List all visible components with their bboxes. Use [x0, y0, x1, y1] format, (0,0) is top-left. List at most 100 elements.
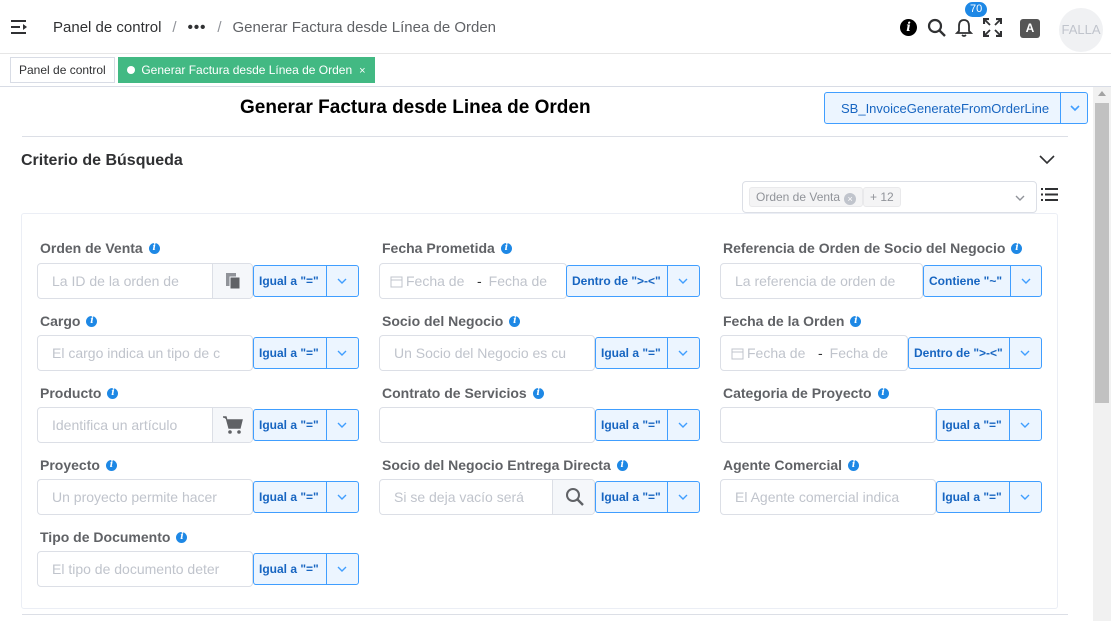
fecha-orden-range[interactable]: Fecha de - Fecha de — [720, 335, 908, 371]
avatar[interactable]: FALLA — [1059, 8, 1103, 52]
info-icon[interactable]: i — [900, 19, 917, 36]
divider — [667, 266, 668, 296]
filter-fields-select[interactable]: Orden de Venta × + 12 — [742, 181, 1037, 213]
chevron-down-icon[interactable] — [1019, 274, 1033, 288]
contrato-field[interactable] — [380, 408, 594, 442]
operator-select[interactable]: Igual a "=" — [253, 481, 359, 513]
chevron-down-icon[interactable] — [1068, 101, 1082, 115]
chevron-down-icon[interactable] — [1013, 191, 1027, 205]
help-icon[interactable]: i — [532, 388, 544, 399]
cart-icon[interactable] — [212, 408, 252, 442]
operator-value: Igual a "=" — [259, 346, 319, 360]
help-icon[interactable]: i — [1011, 243, 1023, 254]
field-label-text: Fecha Prometida — [382, 240, 495, 256]
tipo-documento-input[interactable] — [37, 551, 253, 587]
chevron-down-icon[interactable] — [335, 490, 349, 504]
filter-tag-label: Orden de Venta — [756, 190, 841, 204]
producto-input[interactable] — [37, 407, 253, 443]
socio-input[interactable] — [379, 335, 595, 371]
chevron-down-icon[interactable] — [676, 274, 690, 288]
chevron-down-icon[interactable] — [1018, 346, 1032, 360]
filter-tag[interactable]: Orden de Venta × — [749, 187, 864, 207]
tipo-documento-field[interactable] — [38, 552, 252, 586]
operator-value: Dentro de ">-<" — [572, 274, 661, 288]
help-icon[interactable]: i — [500, 243, 512, 254]
socio-entrega-field[interactable] — [380, 480, 552, 514]
operator-value: Dentro de ">-<" — [914, 346, 1003, 360]
tab-generar-factura[interactable]: Generar Factura desde Línea de Orden × — [118, 57, 375, 83]
chevron-down-icon[interactable] — [335, 418, 349, 432]
scrollbar-thumb[interactable] — [1095, 103, 1109, 403]
close-icon[interactable]: × — [844, 193, 857, 205]
help-icon[interactable]: i — [616, 460, 628, 471]
chevron-down-icon[interactable] — [335, 346, 349, 360]
operator-select[interactable]: Igual a "=" — [595, 409, 700, 441]
operator-select[interactable]: Dentro de ">-<" — [908, 337, 1042, 369]
chevron-down-icon[interactable] — [335, 274, 349, 288]
cargo-input[interactable] — [37, 335, 253, 371]
operator-select[interactable]: Igual a "=" — [936, 481, 1042, 513]
fecha-prometida-range[interactable]: Fecha de - Fecha de — [379, 263, 567, 299]
chevron-down-icon[interactable] — [676, 490, 690, 504]
operator-select[interactable]: Contiene "~" — [923, 265, 1042, 297]
divider — [667, 410, 668, 440]
help-icon[interactable]: i — [107, 388, 119, 399]
help-icon[interactable]: i — [148, 243, 160, 254]
bell-icon[interactable] — [955, 18, 973, 38]
date-from[interactable]: Fecha de — [406, 273, 470, 289]
help-icon[interactable]: i — [850, 316, 862, 327]
socio-field[interactable] — [380, 336, 594, 370]
tab-panel-de-control[interactable]: Panel de control — [10, 57, 115, 83]
categoria-field[interactable] — [721, 408, 935, 442]
help-icon[interactable]: i — [848, 460, 860, 471]
help-icon[interactable]: i — [86, 316, 98, 327]
categoria-input[interactable] — [720, 407, 936, 443]
copy-icon[interactable] — [212, 264, 252, 298]
help-icon[interactable]: i — [176, 532, 188, 543]
chevron-down-icon[interactable] — [335, 562, 349, 576]
list-icon[interactable] — [1041, 186, 1058, 203]
orden-de-venta-input[interactable] — [37, 263, 253, 299]
operator-select[interactable]: Igual a "=" — [936, 409, 1042, 441]
operator-select[interactable]: Igual a "=" — [253, 553, 359, 585]
hamburger-icon[interactable] — [10, 18, 30, 36]
chevron-down-icon[interactable] — [1018, 490, 1032, 504]
breadcrumb-root[interactable]: Panel de control — [53, 19, 161, 36]
scrollbar[interactable] — [1093, 87, 1111, 621]
contrato-input[interactable] — [379, 407, 595, 443]
referencia-input[interactable] — [720, 263, 923, 299]
scroll-up-arrow-icon[interactable] — [1098, 91, 1106, 96]
section-title[interactable]: Criterio de Búsqueda — [21, 152, 183, 170]
date-to[interactable]: Fecha de — [830, 345, 894, 361]
chevron-down-icon[interactable] — [676, 346, 690, 360]
operator-select[interactable]: Igual a "=" — [595, 481, 700, 513]
search-icon[interactable] — [552, 480, 594, 514]
date-from[interactable]: Fecha de — [747, 345, 811, 361]
operator-select[interactable]: Dentro de ">-<" — [566, 265, 700, 297]
help-icon[interactable]: i — [877, 388, 889, 399]
help-icon[interactable]: i — [509, 316, 521, 327]
chevron-down-icon[interactable] — [676, 418, 690, 432]
proyecto-input[interactable] — [37, 479, 253, 515]
chevron-down-icon[interactable] — [1037, 153, 1057, 167]
operator-select[interactable]: Igual a "=" — [253, 409, 359, 441]
close-icon[interactable]: × — [359, 65, 365, 77]
referencia-field[interactable] — [721, 264, 922, 298]
search-icon[interactable] — [927, 18, 947, 38]
agente-input[interactable] — [720, 479, 936, 515]
chevron-down-icon[interactable] — [1018, 418, 1032, 432]
language-icon[interactable]: A — [1020, 19, 1040, 38]
fullscreen-icon[interactable] — [983, 18, 1002, 37]
operator-select[interactable]: Igual a "=" — [253, 265, 359, 297]
proyecto-field[interactable] — [38, 480, 252, 514]
process-select[interactable]: SB_InvoiceGenerateFromOrderLine — [824, 92, 1088, 124]
operator-select[interactable]: Igual a "=" — [595, 337, 700, 369]
socio-entrega-input[interactable] — [379, 479, 595, 515]
agente-field[interactable] — [721, 480, 935, 514]
field-label-text: Cargo — [40, 313, 81, 329]
breadcrumb-ellipsis[interactable]: ••• — [188, 19, 207, 36]
cargo-field[interactable] — [38, 336, 252, 370]
date-to[interactable]: Fecha de — [489, 273, 553, 289]
operator-select[interactable]: Igual a "=" — [253, 337, 359, 369]
help-icon[interactable]: i — [105, 460, 117, 471]
